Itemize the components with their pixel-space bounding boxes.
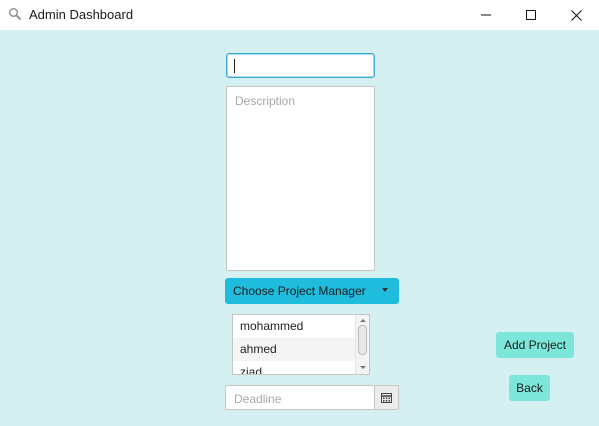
magnifier-icon — [8, 7, 22, 21]
add-project-button[interactable]: Add Project — [496, 332, 574, 358]
back-button[interactable]: Back — [509, 375, 550, 401]
maximize-button[interactable] — [508, 0, 554, 30]
project-name-input[interactable] — [226, 53, 375, 78]
list-item[interactable]: ziad — [233, 361, 355, 374]
close-icon — [570, 9, 582, 21]
minimize-button[interactable] — [463, 0, 509, 30]
minimize-icon — [481, 14, 491, 16]
chevron-down-icon — [382, 288, 388, 292]
calendar-button[interactable] — [374, 385, 399, 410]
list-item[interactable]: mohammed — [233, 315, 355, 338]
description-placeholder: Description — [235, 94, 296, 108]
text-caret — [234, 59, 235, 73]
project-manager-list[interactable]: mohammed ahmed ziad — [232, 314, 370, 375]
deadline-picker: Deadline — [225, 385, 399, 410]
maximize-icon — [526, 10, 536, 20]
project-manager-dropdown[interactable]: Choose Project Manager — [225, 278, 399, 304]
list-item[interactable]: ahmed — [233, 338, 355, 361]
close-button[interactable] — [553, 0, 599, 30]
scroll-up-icon[interactable] — [360, 319, 366, 322]
description-textarea[interactable]: Description — [226, 86, 375, 271]
window-title: Admin Dashboard — [29, 7, 134, 22]
deadline-input[interactable]: Deadline — [225, 385, 374, 410]
list-scrollbar[interactable] — [355, 315, 369, 374]
scroll-thumb[interactable] — [358, 325, 367, 355]
deadline-placeholder: Deadline — [234, 392, 282, 406]
scroll-down-icon[interactable] — [360, 366, 366, 369]
title-bar: Admin Dashboard — [0, 0, 599, 31]
calendar-icon — [381, 392, 392, 403]
project-manager-label: Choose Project Manager — [233, 284, 366, 298]
